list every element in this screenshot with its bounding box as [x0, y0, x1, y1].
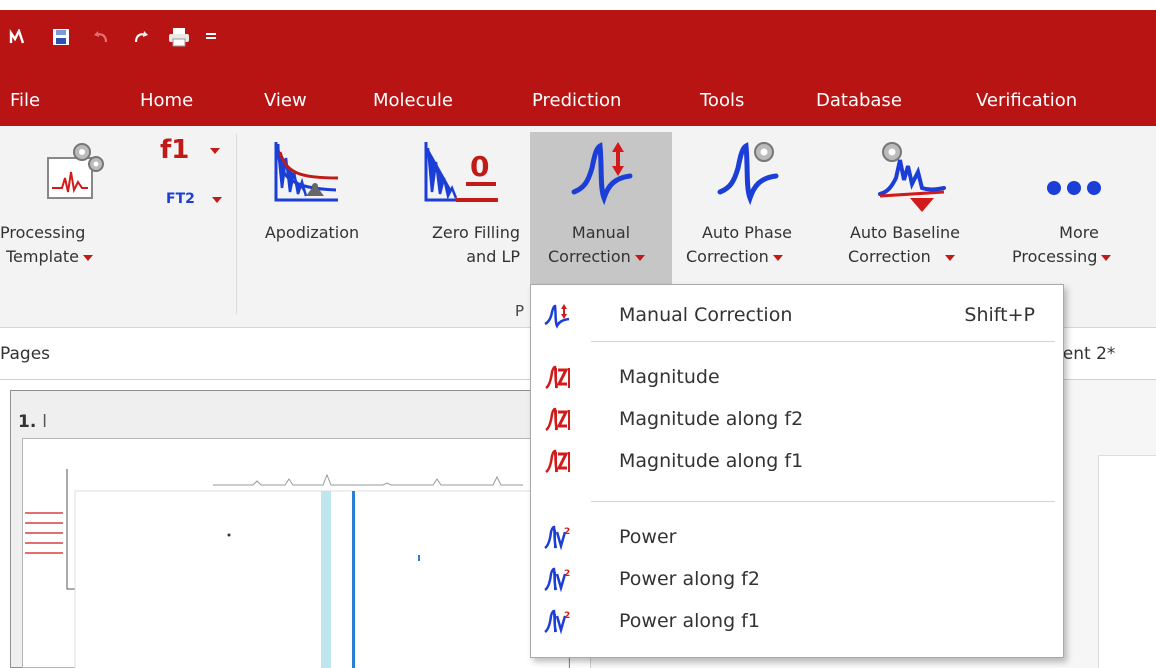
- chevron-down-icon: [944, 254, 955, 261]
- tab-view[interactable]: View: [264, 90, 307, 111]
- processing-template-label-line2: Template: [6, 247, 80, 266]
- chevron-down-icon: [210, 148, 220, 154]
- print-icon[interactable]: [168, 26, 190, 48]
- menu-separator: [591, 341, 1055, 342]
- zero-filling-label-line1: Zero Filling: [431, 223, 520, 242]
- processing-template-label-line1: Processing: [0, 223, 86, 242]
- manual-correction-button[interactable]: Manual Correction: [530, 132, 672, 292]
- menu-item-label: Power along f2: [619, 568, 760, 590]
- auto-phase-label-line2: Correction: [686, 247, 769, 266]
- tab-database[interactable]: Database: [816, 90, 902, 111]
- zero-filling-icon: 0: [422, 138, 502, 212]
- pages-title: Pages: [0, 344, 51, 364]
- menu-tabs: File Home View Molecule Prediction Tools…: [0, 76, 1156, 126]
- zero-filling-label-line2: and LP: [466, 247, 520, 266]
- ribbon-group-label: P: [515, 302, 525, 320]
- menu-item-magnitude-along-f1[interactable]: Magnitude along f1: [531, 441, 1063, 483]
- manual-correction-label-line2: Correction: [548, 247, 631, 266]
- power-icon: 2: [543, 608, 571, 636]
- more-processing-label-line1: More: [1059, 223, 1099, 242]
- auto-phase-correction-button[interactable]: Auto Phase Correction: [678, 132, 816, 302]
- tab-tools[interactable]: Tools: [700, 90, 744, 111]
- ribbon-separator: [236, 134, 237, 314]
- power-icon: 2: [543, 566, 571, 594]
- manual-correction-label-line2-wrap: Correction: [548, 246, 645, 268]
- zero-filling-button[interactable]: 0 Zero Filling and LP: [392, 132, 524, 302]
- magnitude-icon: [543, 364, 571, 392]
- redo-icon[interactable]: [130, 26, 152, 48]
- menu-item-power-along-f1[interactable]: 2 Power along f1: [531, 601, 1063, 643]
- menu-item-manual-correction[interactable]: Manual Correction Shift+P: [531, 295, 1063, 337]
- more-processing-label-line2: Processing: [1012, 247, 1098, 266]
- auto-phase-correction-icon: [716, 138, 780, 212]
- svg-text:0: 0: [470, 150, 489, 183]
- manual-correction-icon: [570, 138, 634, 212]
- chevron-down-icon: [83, 254, 94, 261]
- f1-label: f1: [160, 135, 190, 165]
- more-processing-button[interactable]: More Processing: [1004, 132, 1154, 302]
- svg-text:2: 2: [564, 569, 570, 579]
- menu-item-label: Manual Correction: [619, 304, 793, 326]
- ft2-label: FT2: [166, 191, 195, 207]
- save-icon[interactable]: [50, 26, 72, 48]
- magnitude-icon: [543, 406, 571, 434]
- chevron-down-icon: [634, 254, 645, 261]
- tab-prediction[interactable]: Prediction: [532, 90, 621, 111]
- f1-dimension-button[interactable]: f1: [160, 134, 230, 174]
- auto-baseline-label-line1: Auto Baseline: [849, 223, 961, 242]
- auto-phase-label-line2-wrap: Correction: [686, 246, 783, 268]
- quick-access-toolbar: [0, 10, 1156, 76]
- tab-file[interactable]: File: [10, 90, 40, 111]
- magnitude-icon: [543, 448, 571, 476]
- manual-correction-label-line1: Manual: [571, 223, 631, 242]
- menu-item-power[interactable]: 2 Power: [531, 517, 1063, 559]
- chevron-down-icon: [772, 254, 783, 261]
- auto-baseline-correction-icon: [870, 138, 950, 218]
- menu-item-magnitude[interactable]: Magnitude: [531, 357, 1063, 399]
- auto-baseline-correction-button[interactable]: Auto Baseline Correction: [820, 132, 1000, 302]
- menu-separator: [591, 501, 1055, 502]
- menu-item-label: Magnitude along f2: [619, 408, 804, 430]
- menu-item-label: Magnitude: [619, 366, 720, 388]
- more-dots-icon: [1046, 180, 1102, 200]
- document-canvas[interactable]: [1098, 455, 1156, 668]
- menu-item-label: Power: [619, 526, 677, 548]
- auto-baseline-label-line2-wrap: Correction: [848, 246, 955, 268]
- page-name: l: [42, 412, 47, 432]
- auto-phase-label-line1: Auto Phase: [701, 223, 792, 242]
- keyboard-shortcut: Shift+P: [964, 304, 1035, 326]
- processing-template-icon: [44, 142, 108, 206]
- tab-molecule[interactable]: Molecule: [373, 90, 453, 111]
- ft2-button[interactable]: FT2: [166, 188, 232, 212]
- spectrum-thumbnail-icon: [25, 469, 570, 668]
- apodization-label: Apodization: [264, 223, 360, 242]
- page-thumbnail[interactable]: [22, 438, 570, 668]
- manual-correction-dropdown: Manual Correction Shift+P Magnitude Magn…: [530, 284, 1064, 658]
- svg-text:2: 2: [564, 527, 570, 537]
- undo-icon[interactable]: [90, 26, 112, 48]
- more-processing-label-line2-wrap: Processing: [1012, 246, 1112, 268]
- auto-baseline-label-line2: Correction: [848, 247, 931, 266]
- page-number: 1. l: [18, 412, 47, 432]
- power-icon: 2: [543, 524, 571, 552]
- processing-template-button[interactable]: Processing Template: [0, 132, 150, 302]
- menu-item-label: Power along f1: [619, 610, 760, 632]
- chevron-down-icon: [1101, 254, 1112, 261]
- menu-item-label: Magnitude along f1: [619, 450, 804, 472]
- svg-text:2: 2: [564, 611, 570, 621]
- manual-correction-icon: [543, 302, 571, 330]
- apodization-icon: [272, 138, 342, 212]
- menu-item-power-along-f2[interactable]: 2 Power along f2: [531, 559, 1063, 601]
- processing-template-label-line2-wrap: Template: [6, 246, 94, 268]
- chevron-down-icon: [212, 197, 222, 203]
- customize-icon[interactable]: [200, 26, 222, 48]
- apodization-button[interactable]: Apodization: [240, 132, 384, 302]
- tab-home[interactable]: Home: [140, 90, 193, 111]
- tab-verification[interactable]: Verification: [976, 90, 1077, 111]
- page-number-index: 1.: [18, 412, 37, 432]
- menu-item-magnitude-along-f2[interactable]: Magnitude along f2: [531, 399, 1063, 441]
- app-logo-icon[interactable]: [6, 26, 28, 48]
